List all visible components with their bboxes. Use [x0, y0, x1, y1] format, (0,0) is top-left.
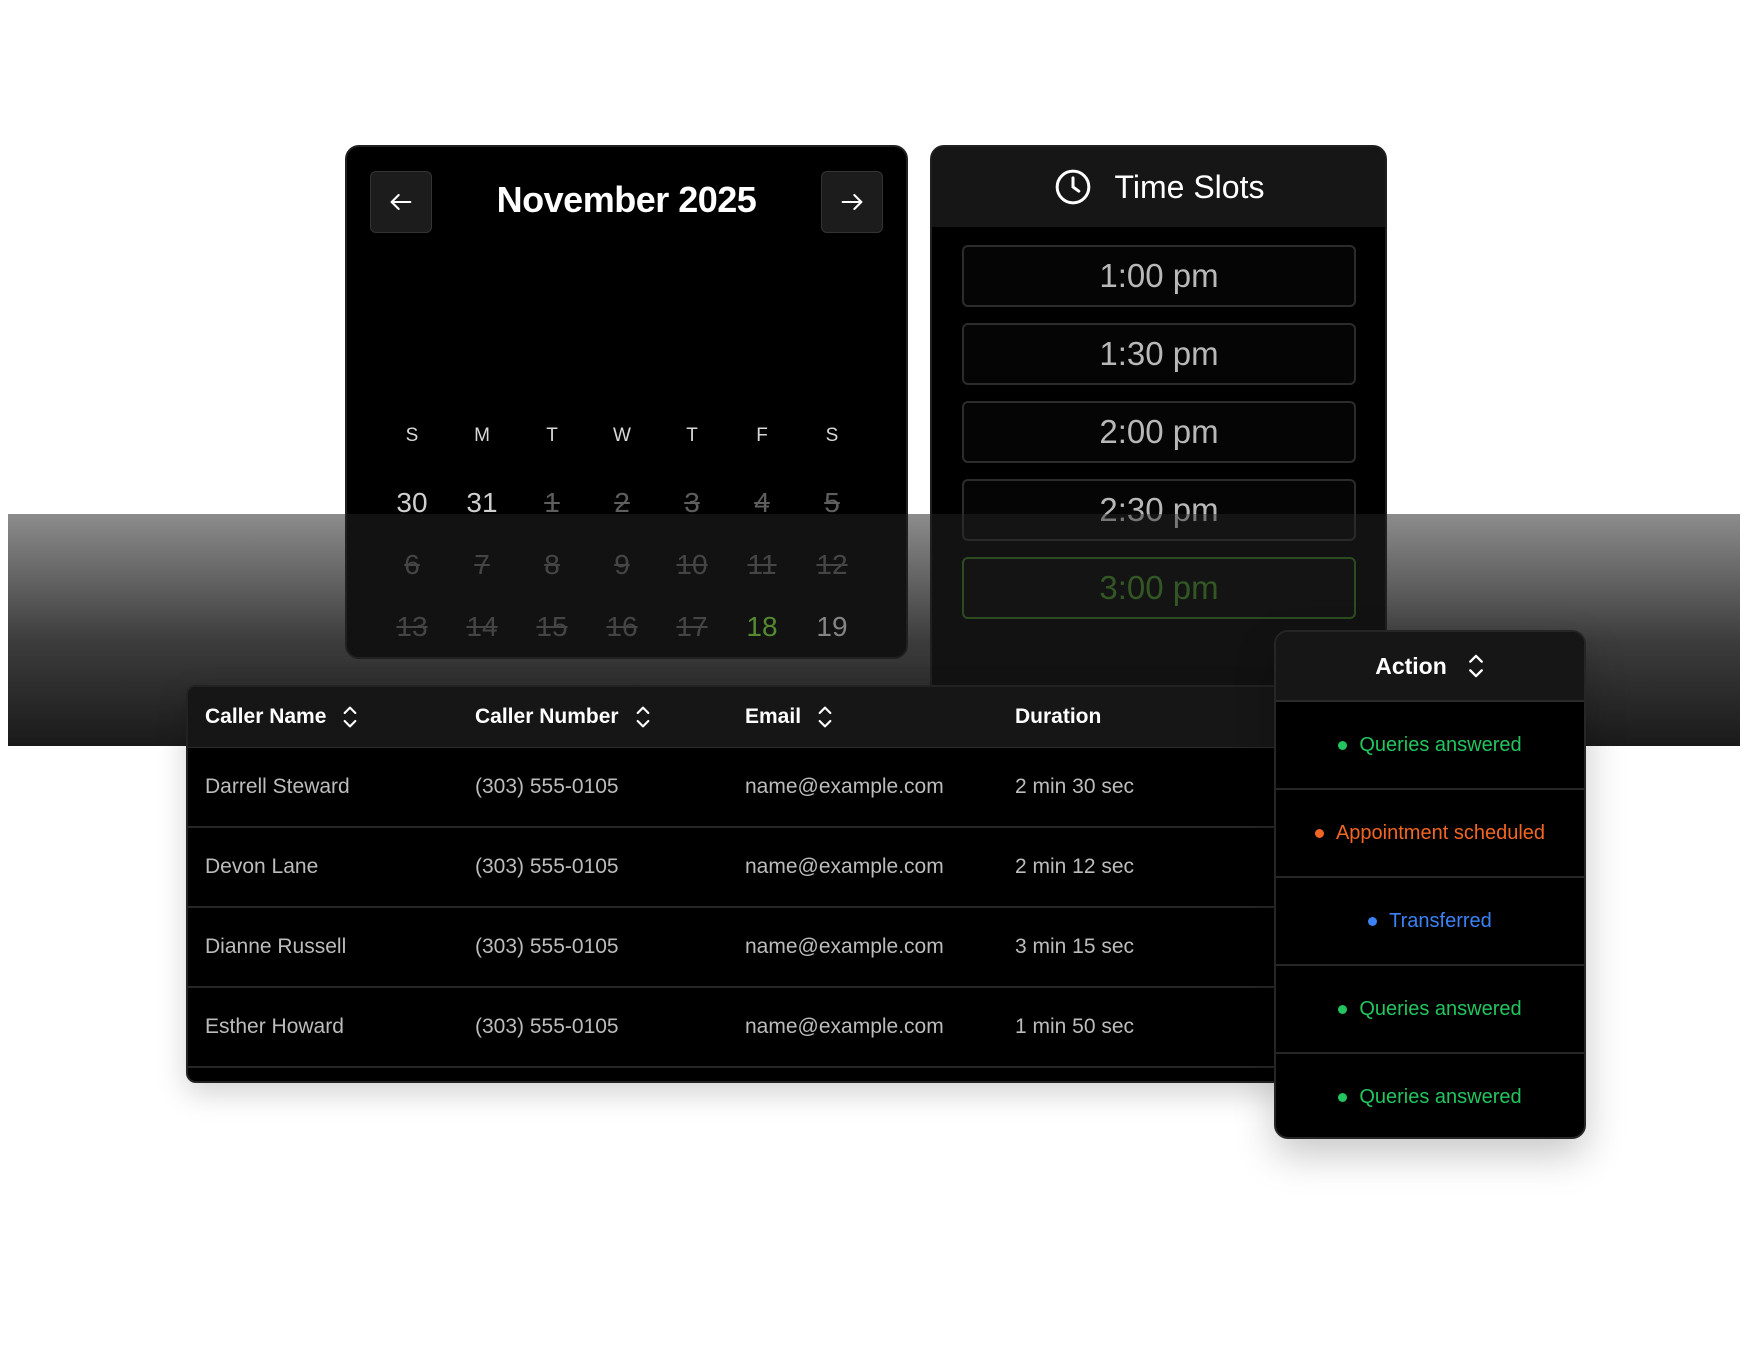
- cell-caller-number: (303) 555-0105: [475, 1015, 619, 1038]
- column-header-caller-name[interactable]: Caller Name: [205, 687, 358, 747]
- status-label: Queries answered: [1359, 1085, 1522, 1108]
- time-slot-button[interactable]: 2:00 pm: [962, 401, 1356, 463]
- calendar-day-grid: 3031123456789101112131415161718192021222…: [377, 483, 867, 657]
- action-column-header[interactable]: Action: [1276, 632, 1584, 702]
- cell-email: name@example.com: [745, 935, 944, 958]
- weekday-label: F: [756, 425, 768, 446]
- status-label: Appointment scheduled: [1335, 821, 1546, 844]
- time-slot-button[interactable]: 1:30 pm: [962, 323, 1356, 385]
- cell-caller-number: (303) 555-0105: [475, 935, 619, 958]
- status-dot-icon: [1338, 1004, 1348, 1014]
- calendar-day: 9: [614, 549, 630, 580]
- calendar-day: 11: [747, 549, 777, 580]
- status-dot-icon: [1314, 828, 1324, 838]
- cell-duration: 2 min 12 sec: [1015, 855, 1135, 878]
- cell-duration: 3 min 15 sec: [1015, 935, 1135, 958]
- calendar-day-selected[interactable]: 18: [727, 607, 797, 657]
- cell-email: name@example.com: [745, 855, 944, 878]
- time-slots-card: Time Slots 1:00 pm 1:30 pm 2:00 pm 2:30 pm 3…: [930, 145, 1387, 705]
- time-slot-button[interactable]: 3:00 pm: [962, 557, 1356, 619]
- calendar-day: 3: [684, 487, 700, 518]
- calendar-day: 15: [536, 611, 568, 642]
- status-dot-icon: [1338, 740, 1348, 750]
- calendar-day: 14: [466, 611, 498, 642]
- calendar-day[interactable]: 30: [377, 483, 447, 545]
- cell-duration: 2 min 30 sec: [1015, 775, 1135, 798]
- time-slots-header: Time Slots: [932, 147, 1385, 227]
- calendar-day: 6: [404, 549, 420, 580]
- cell-email: name@example.com: [745, 1015, 944, 1038]
- clock-icon: [1055, 169, 1090, 205]
- time-slot-button[interactable]: 1:00 pm: [962, 245, 1356, 307]
- table-header-row: Caller Name Caller Number Email Duration: [188, 687, 1284, 748]
- calendar-card: November 2025 SMTWTFS 30 31 1 2 3 4 5 6 7 8 9 10 11 1…: [345, 145, 908, 659]
- table-row[interactable]: Dianne Russell (303) 555-0105 name@example…: [188, 908, 1284, 988]
- action-status-item: Queries answered: [1276, 702, 1584, 790]
- calendar-day: 12: [816, 549, 848, 580]
- cell-caller-name: Devon Lane: [205, 855, 319, 878]
- arrow-right-icon: [841, 193, 863, 211]
- time-slot-button[interactable]: 2:30 pm: [962, 479, 1356, 541]
- column-header-email[interactable]: Email: [745, 687, 833, 747]
- status-dot-icon: [1368, 916, 1378, 926]
- weekday-label: M: [474, 425, 490, 446]
- table-row[interactable]: Darrell Steward (303) 555-0105 name@exampl…: [188, 748, 1284, 828]
- sort-icon: [636, 706, 649, 728]
- status-label: Queries answered: [1359, 733, 1522, 756]
- action-status-item: Transferred: [1276, 878, 1584, 966]
- status-dot-icon: [1338, 1092, 1348, 1102]
- calendar-day: 16: [606, 611, 638, 642]
- calendar-day: 1: [544, 487, 560, 518]
- action-status-item: Queries answered: [1276, 1054, 1584, 1137]
- calendar-day: 10: [676, 549, 708, 580]
- weekday-header: SMTWTFS: [377, 425, 867, 447]
- table-row[interactable]: Esther Howard (303) 555-0105 name@example.…: [188, 988, 1284, 1068]
- column-header-label: Email: [745, 705, 802, 728]
- action-status-item: Queries answered: [1276, 966, 1584, 1054]
- calendar-day[interactable]: 31: [447, 483, 517, 545]
- calendar-day: 13: [396, 611, 428, 642]
- column-header-label: Caller Name: [205, 705, 327, 728]
- cell-caller-number: (303) 555-0105: [475, 855, 619, 878]
- column-header-label: Caller Number: [475, 705, 619, 728]
- status-label: Queries answered: [1359, 997, 1522, 1020]
- next-month-button[interactable]: [821, 171, 883, 233]
- cell-caller-name: Darrell Steward: [205, 775, 350, 798]
- column-header-label: Duration: [1015, 705, 1102, 728]
- table-row[interactable]: Devon Lane (303) 555-0105 name@example.com…: [188, 828, 1284, 908]
- weekday-label: T: [546, 425, 558, 446]
- sort-icon: [818, 706, 832, 728]
- weekday-label: T: [686, 425, 698, 446]
- column-header-duration: Duration: [1015, 687, 1101, 747]
- action-status-item: Appointment scheduled: [1276, 790, 1584, 878]
- action-column-card: Action Queries answered Appointment sched…: [1274, 630, 1586, 1139]
- status-label: Transferred: [1389, 909, 1492, 932]
- cell-caller-number: (303) 555-0105: [475, 775, 619, 798]
- cell-caller-name: Dianne Russell: [205, 935, 347, 958]
- column-header-caller-number[interactable]: Caller Number: [475, 687, 651, 747]
- cell-email: name@example.com: [745, 775, 944, 798]
- sort-icon: [1468, 654, 1483, 678]
- weekday-label: S: [825, 425, 839, 446]
- calendar-day: 5: [824, 487, 840, 518]
- weekday-label: S: [405, 425, 419, 446]
- weekday-label: W: [613, 425, 631, 446]
- action-header-label: Action: [1375, 652, 1447, 679]
- calendar-day[interactable]: 19: [797, 607, 867, 657]
- calendar-day: 4: [754, 487, 770, 518]
- calendar-day: 8: [544, 549, 560, 580]
- call-log-table: Caller Name Caller Number Email Duration Da…: [186, 685, 1286, 1083]
- calendar-day: 17: [676, 611, 708, 642]
- time-slots-title: Time Slots: [1114, 168, 1265, 205]
- cell-duration: 1 min 50 sec: [1015, 1015, 1135, 1038]
- calendar-day: 7: [474, 549, 490, 580]
- calendar-day: 2: [614, 487, 630, 518]
- cell-caller-name: Esther Howard: [205, 1015, 344, 1038]
- sort-icon: [344, 706, 357, 728]
